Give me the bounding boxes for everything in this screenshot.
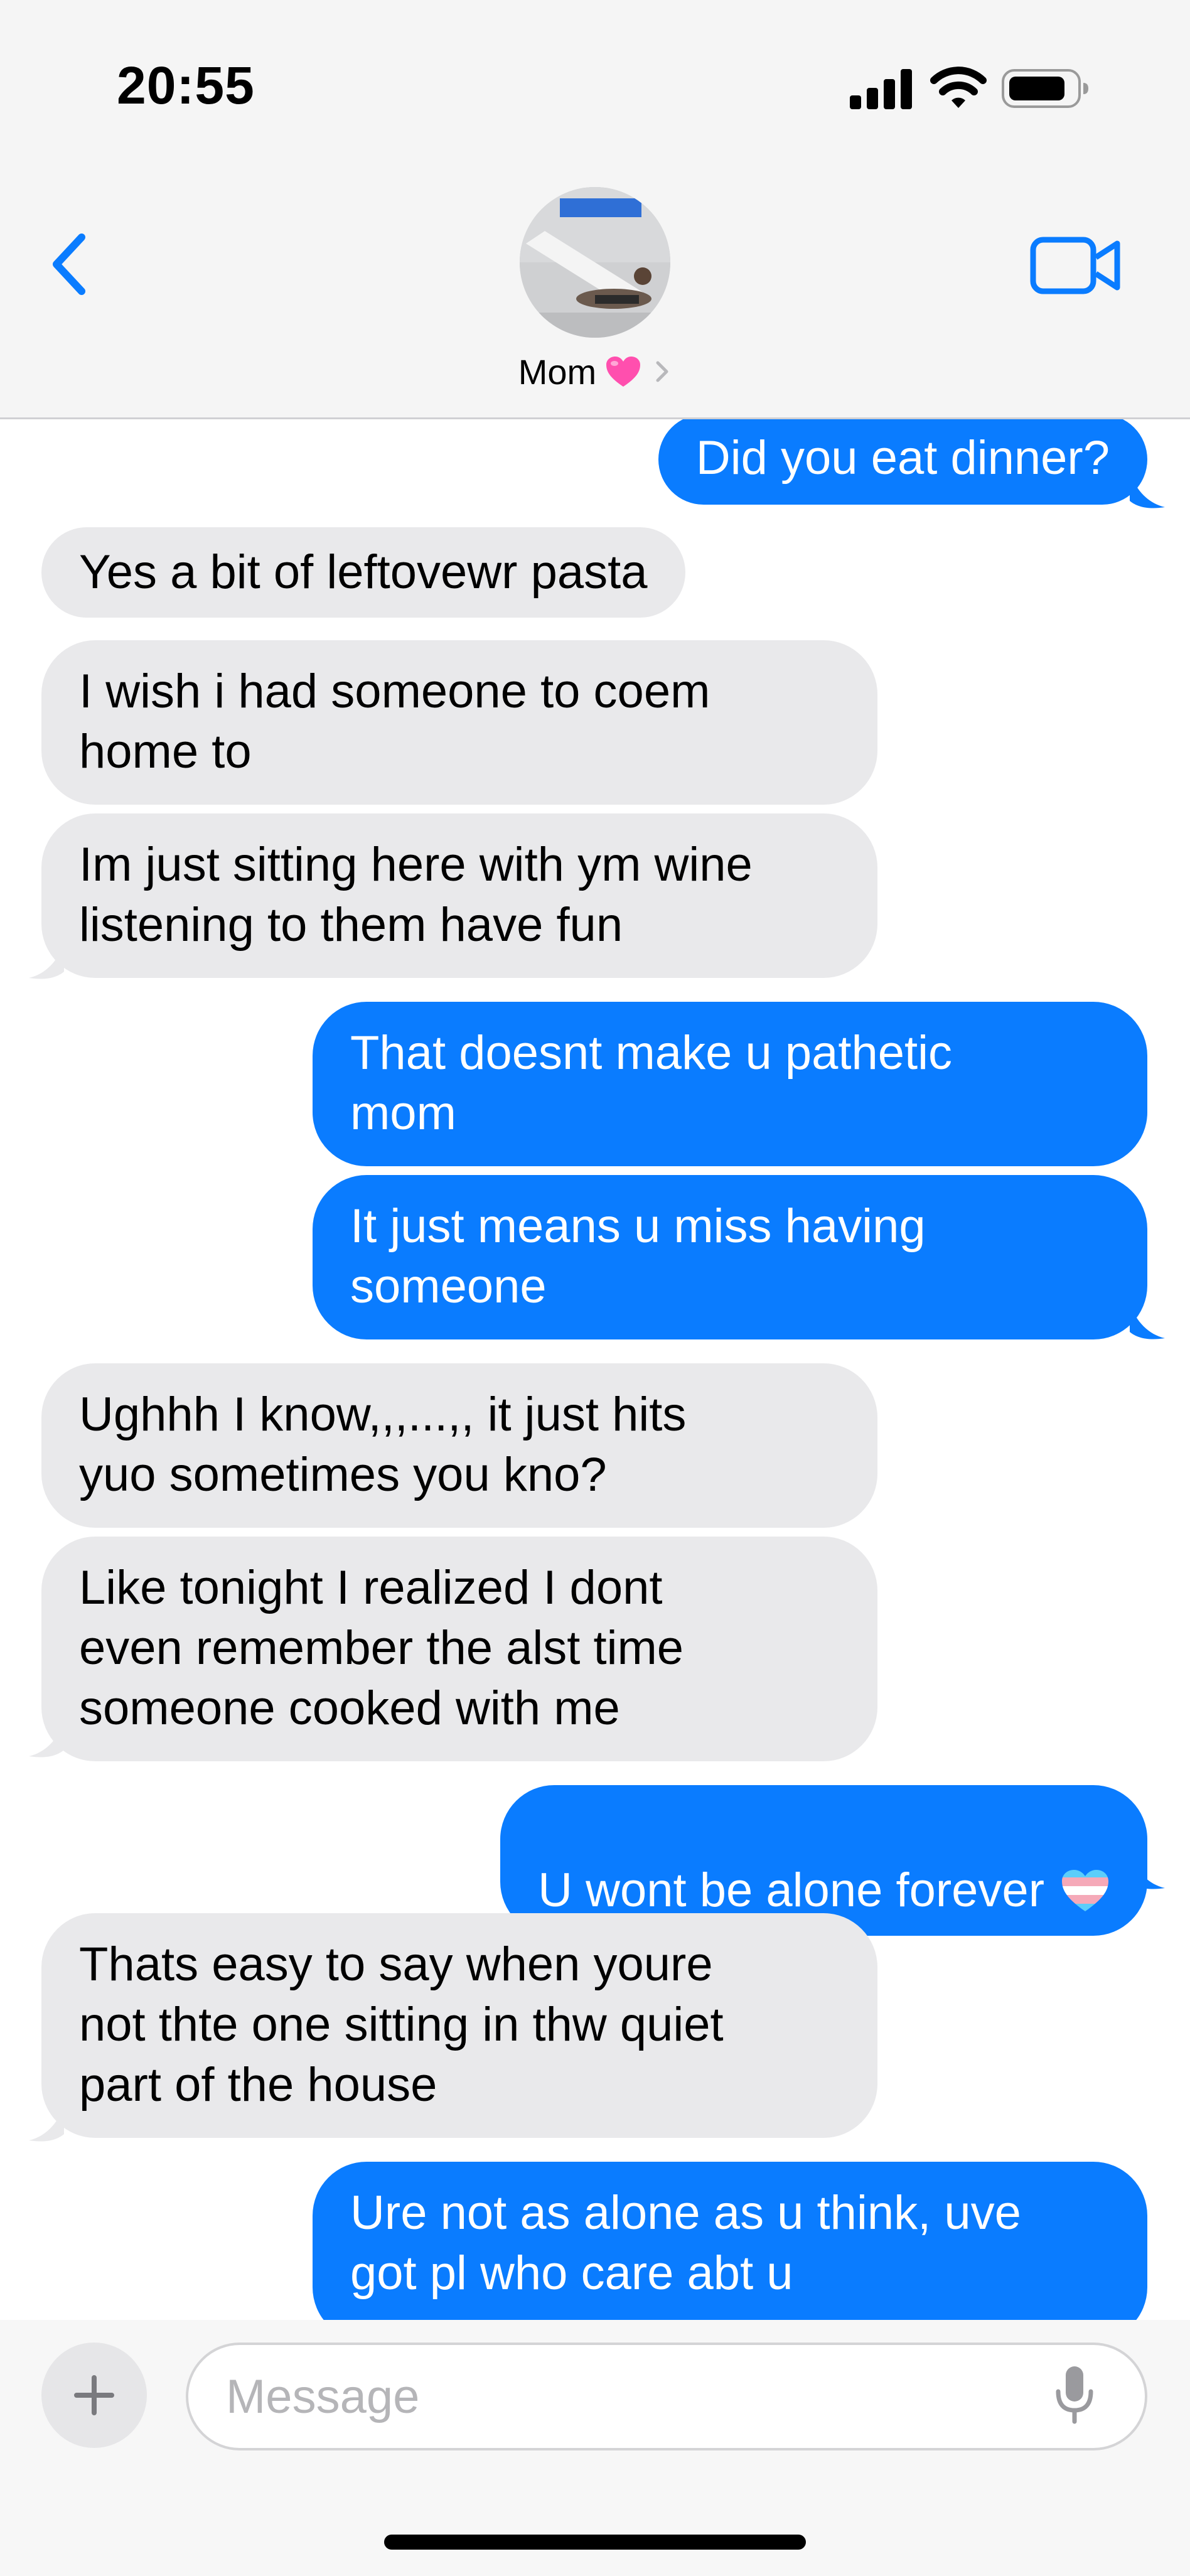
message-composer (0, 2320, 1190, 2576)
wifi-icon (930, 67, 987, 108)
bubble-tail-sent (1130, 472, 1165, 508)
message-input[interactable] (186, 2343, 1147, 2450)
bubble-tail-sent (1130, 1303, 1165, 1339)
video-camera-icon (1030, 237, 1120, 294)
contact-name-button[interactable]: Mom (0, 352, 1190, 392)
attach-button[interactable] (41, 2343, 147, 2448)
conversation-header: 20:55 Mom (0, 0, 1190, 419)
message-text: U wont be alone forever (538, 1864, 1044, 1917)
bubble-tail-received (29, 943, 64, 979)
transgender-heart-icon (1062, 1870, 1108, 1911)
message-bubble-received[interactable]: Like tonight I realized I dont even reme… (41, 1537, 877, 1761)
messages-screen: Did you eat dinner? Yes a bit of leftove… (0, 0, 1190, 2576)
message-bubble-received[interactable]: Yes a bit of leftovewr pasta (41, 527, 685, 618)
plus-icon (74, 2375, 114, 2415)
microphone-icon[interactable] (1054, 2364, 1095, 2427)
cellular-signal-icon (850, 69, 912, 109)
chevron-left-icon (53, 233, 85, 295)
bubble-tail-received (29, 2105, 64, 2142)
home-indicator[interactable] (384, 2535, 806, 2550)
chevron-right-icon (656, 361, 668, 382)
bubble-tail-sent (1130, 1853, 1165, 1889)
pink-heart-icon (606, 357, 641, 387)
message-bubble-received[interactable]: Im just sitting here with ym wine listen… (41, 813, 877, 978)
message-bubble-sent[interactable]: That doesnt make u pathetic mom (313, 1002, 1147, 1166)
battery-icon (1002, 69, 1088, 108)
message-bubble-sent[interactable]: Did you eat dinner? (658, 414, 1147, 505)
video-call-button[interactable] (1029, 231, 1123, 300)
contact-name: Mom (518, 352, 597, 392)
back-button[interactable] (38, 223, 107, 305)
status-time: 20:55 (117, 56, 255, 115)
message-bubble-received[interactable]: Ughhh I know,,,...,, it just hits yuo so… (41, 1363, 877, 1528)
message-bubble-sent[interactable]: Ure not as alone as u think, uve got pl … (313, 2162, 1147, 2341)
contact-photo (520, 187, 670, 338)
message-bubble-received[interactable]: Thats easy to say when youre not thte on… (41, 1913, 877, 2138)
contact-avatar[interactable] (520, 187, 670, 338)
message-bubble-received[interactable]: I wish i had someone to coem home to (41, 640, 877, 805)
bubble-tail-received (29, 1721, 64, 1758)
message-bubble-sent[interactable]: It just means u miss having someone (313, 1175, 1147, 1339)
